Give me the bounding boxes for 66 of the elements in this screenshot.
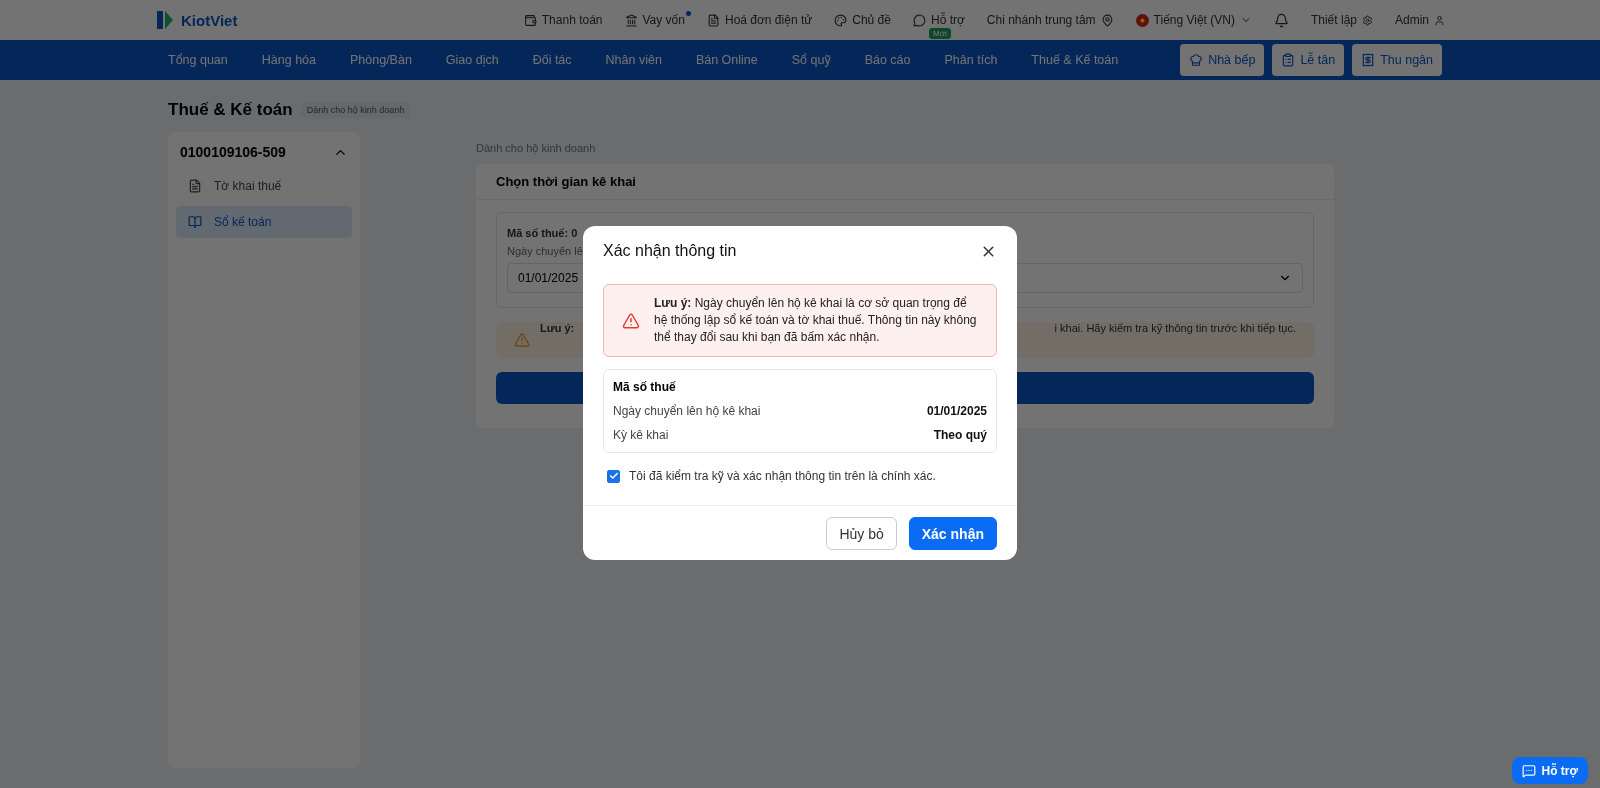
- summary-label: Kỳ kê khai: [613, 428, 669, 442]
- book-icon: [188, 215, 202, 229]
- nav-item[interactable]: Bán Online: [695, 53, 758, 67]
- tax-label: Mã số thuế: 0: [507, 227, 578, 239]
- summary-value: 01/01/2025: [926, 404, 987, 418]
- top-link[interactable]: Vay vốn: [624, 13, 685, 27]
- logo-text: KiotViet: [181, 11, 238, 29]
- nav-item[interactable]: Đối tác: [532, 53, 572, 67]
- summary-label: Ngày chuyển lên hộ kê khai: [613, 404, 761, 418]
- help-button[interactable]: Hỗ trợ: [1512, 757, 1588, 784]
- user-icon: [1434, 14, 1445, 26]
- page-title: Thuế & Kế toán: [168, 100, 293, 120]
- alert-text: Lưu ý: Ngày chuyển lên hộ kê khai là cơ sở quan trọng để hệ thống lập sổ kế toán và tờ khai thuế. Thông tin này không thể thay đổi sau khi bạn đã bấm xác nhận.: [654, 295, 978, 346]
- nav-item[interactable]: Hàng hóa: [261, 53, 316, 67]
- nav-item[interactable]: Tổng quan: [168, 53, 228, 67]
- nav-button-icon: [1361, 53, 1376, 67]
- nav-item[interactable]: Báo cáo: [864, 53, 911, 67]
- nav-item[interactable]: Phòng/Bàn: [350, 53, 412, 67]
- settings-link[interactable]: Thiết lập: [1310, 13, 1373, 27]
- document-icon: [188, 179, 202, 193]
- summary-value: Theo quý: [933, 428, 987, 442]
- warning-icon: [514, 332, 530, 348]
- cancel-button[interactable]: Hủy bỏ: [826, 517, 897, 550]
- flag-icon: [1135, 13, 1149, 27]
- nav-item[interactable]: Phân tích: [944, 53, 998, 67]
- link-icon: [624, 13, 638, 27]
- warning-text: Lưu ý:: [540, 322, 575, 334]
- confirm-label: Tôi đã kiểm tra kỹ và xác nhận thông tin trên là chính xác.: [629, 469, 936, 483]
- date-label: Ngày chuyển lê: [507, 245, 583, 257]
- confirm-checkbox[interactable]: [607, 469, 620, 483]
- warning-text: i khai. Hãy kiểm tra kỹ thông tin trước khi tiếp tục.: [1054, 322, 1296, 334]
- summary-title: Mã số thuế: [613, 380, 677, 394]
- nav-item[interactable]: Giao dịch: [445, 53, 499, 67]
- dialog-title: Xác nhận thông tin: [603, 242, 737, 260]
- nav-item[interactable]: Thuế & Kế toán: [1031, 53, 1119, 67]
- card-title: Chọn thời gian kê khai: [476, 164, 1334, 200]
- language-selector[interactable]: Tiếng Việt (VN): [1135, 13, 1252, 27]
- nav-button[interactable]: Thu ngân: [1352, 44, 1442, 76]
- pin-icon: [1100, 13, 1114, 27]
- nav-button[interactable]: Lễ tân: [1272, 44, 1345, 76]
- nav-item[interactable]: Nhân viên: [605, 53, 662, 67]
- check-icon: [608, 471, 619, 481]
- top-link[interactable]: Thanh toán: [523, 13, 603, 27]
- sidebar-group[interactable]: 0100109106-509: [176, 142, 352, 166]
- nav-button-icon: [1189, 53, 1204, 67]
- nav-item[interactable]: Sổ quỹ: [791, 53, 831, 67]
- bell-icon[interactable]: [1273, 12, 1289, 28]
- sidebar-item[interactable]: Sổ kế toán: [176, 206, 352, 238]
- link-icon: [834, 13, 848, 27]
- top-link[interactable]: Chủ đề: [834, 13, 891, 27]
- link-icon: [706, 13, 720, 27]
- chat-icon: [1522, 763, 1537, 778]
- settings-icon: [1362, 14, 1373, 26]
- confirm-button[interactable]: Xác nhận: [908, 517, 997, 550]
- branch-selector[interactable]: Chi nhánh trung tâm: [986, 13, 1114, 27]
- new-badge: Mới: [928, 28, 951, 39]
- link-icon: [523, 13, 537, 27]
- sidebar-item[interactable]: Tờ khai thuế: [176, 170, 352, 202]
- top-link[interactable]: Hoá đơn điện tử: [706, 13, 813, 27]
- logo-icon: [155, 9, 175, 31]
- page-tag: Dành cho hộ kinh doanh: [300, 102, 411, 118]
- nav-button-icon: [1281, 53, 1296, 67]
- warning-icon: [622, 311, 640, 330]
- nav-button[interactable]: Nhà bếp: [1180, 44, 1265, 76]
- link-icon: [912, 13, 926, 27]
- user-menu[interactable]: Admin: [1395, 13, 1445, 27]
